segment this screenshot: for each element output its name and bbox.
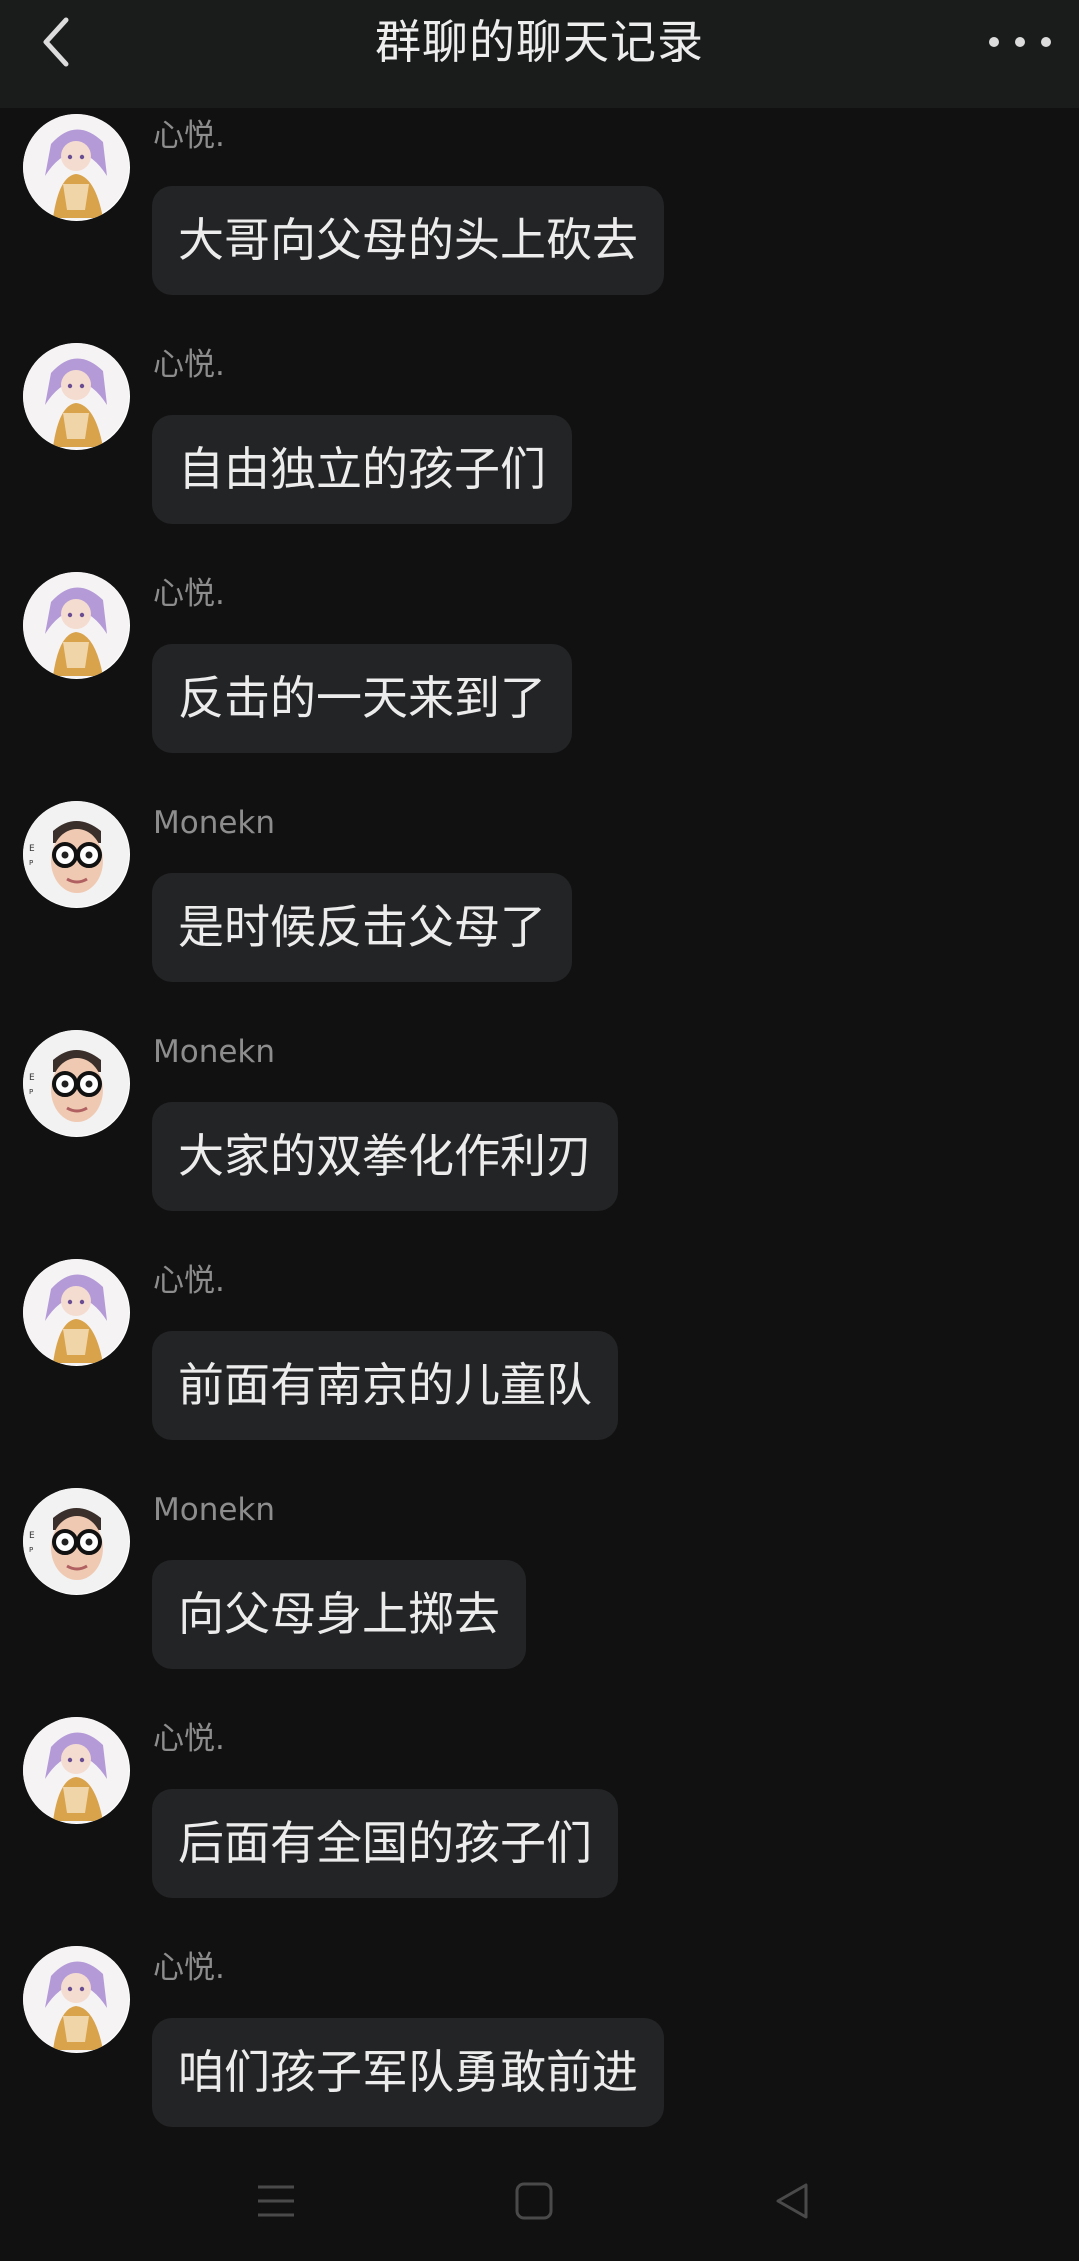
anime-girl-avatar-icon — [23, 343, 129, 449]
sender-name: Monekn — [153, 1034, 276, 1070]
message-row: E P Monekn 大家的双拳化作利刃 — [0, 1027, 1079, 1256]
home-button[interactable] — [499, 2166, 569, 2236]
sender-name: 心悦. — [153, 1950, 225, 1986]
message-bubble[interactable]: 反击的一天来到了 — [152, 644, 572, 753]
message-row: E P Monekn 向父母身上掷去 — [0, 1485, 1079, 1714]
glasses-boy-avatar-icon: E P — [23, 1488, 129, 1594]
sender-name: 心悦. — [153, 576, 225, 612]
message-bubble[interactable]: 咱们孩子军队勇敢前进 — [152, 2018, 664, 2127]
top-bar: 群聊的聊天记录 — [0, 0, 1079, 108]
message-bubble[interactable]: 大哥向父母的头上砍去 — [152, 186, 664, 295]
back-triangle-icon — [776, 2183, 808, 2219]
sender-name: 心悦. — [153, 347, 225, 383]
sender-name: Monekn — [153, 805, 276, 841]
svg-text:E: E — [29, 844, 35, 854]
avatar[interactable]: E P — [23, 1488, 130, 1595]
nav-back-button[interactable] — [757, 2166, 827, 2236]
sender-name: Monekn — [153, 1492, 276, 1528]
message-bubble[interactable]: 后面有全国的孩子们 — [152, 1789, 618, 1898]
message-bubble[interactable]: 自由独立的孩子们 — [152, 415, 572, 524]
more-button[interactable] — [989, 20, 1051, 64]
svg-text:P: P — [29, 1546, 33, 1554]
svg-text:E: E — [29, 1531, 35, 1541]
more-dot — [1015, 37, 1025, 47]
message-row: E P Monekn 是时候反击父母了 — [0, 798, 1079, 1027]
sender-name: 心悦. — [153, 1263, 225, 1299]
home-square-icon — [515, 2182, 553, 2220]
avatar[interactable] — [23, 114, 130, 221]
anime-girl-avatar-icon — [23, 1717, 129, 1823]
more-horizontal-icon — [989, 37, 999, 47]
anime-girl-avatar-icon — [23, 572, 129, 678]
message-bubble[interactable]: 是时候反击父母了 — [152, 873, 572, 982]
page-title: 群聊的聊天记录 — [375, 15, 704, 69]
avatar[interactable]: E P — [23, 1030, 130, 1137]
message-row: 心悦. 大哥向父母的头上砍去 — [0, 111, 1079, 340]
message-row: 心悦. 反击的一天来到了 — [0, 569, 1079, 798]
menu-button[interactable] — [241, 2166, 311, 2236]
avatar[interactable] — [23, 1259, 130, 1366]
sender-name: 心悦. — [153, 118, 225, 154]
svg-text:P: P — [29, 859, 33, 867]
message-row: 心悦. 咱们孩子军队勇敢前进 — [0, 1943, 1079, 2172]
menu-icon — [258, 2185, 294, 2217]
glasses-boy-avatar-icon: E P — [23, 801, 129, 907]
more-dot — [1041, 37, 1051, 47]
avatar[interactable] — [23, 1717, 130, 1824]
system-nav-bar — [0, 2140, 1079, 2261]
message-row: 心悦. 自由独立的孩子们 — [0, 340, 1079, 569]
message-bubble[interactable]: 大家的双拳化作利刃 — [152, 1102, 618, 1211]
avatar[interactable] — [23, 343, 130, 450]
message-bubble[interactable]: 前面有南京的儿童队 — [152, 1331, 618, 1440]
message-row: 心悦. 后面有全国的孩子们 — [0, 1714, 1079, 1943]
anime-girl-avatar-icon — [23, 1946, 129, 2052]
svg-text:P: P — [29, 1088, 33, 1096]
avatar[interactable]: E P — [23, 801, 130, 908]
glasses-boy-avatar-icon: E P — [23, 1030, 129, 1136]
anime-girl-avatar-icon — [23, 1259, 129, 1365]
message-bubble[interactable]: 向父母身上掷去 — [152, 1560, 526, 1669]
avatar[interactable] — [23, 572, 130, 679]
anime-girl-avatar-icon — [23, 114, 129, 220]
avatar[interactable] — [23, 1946, 130, 2053]
svg-text:E: E — [29, 1073, 35, 1083]
message-row: 心悦. 前面有南京的儿童队 — [0, 1256, 1079, 1485]
sender-name: 心悦. — [153, 1721, 225, 1757]
